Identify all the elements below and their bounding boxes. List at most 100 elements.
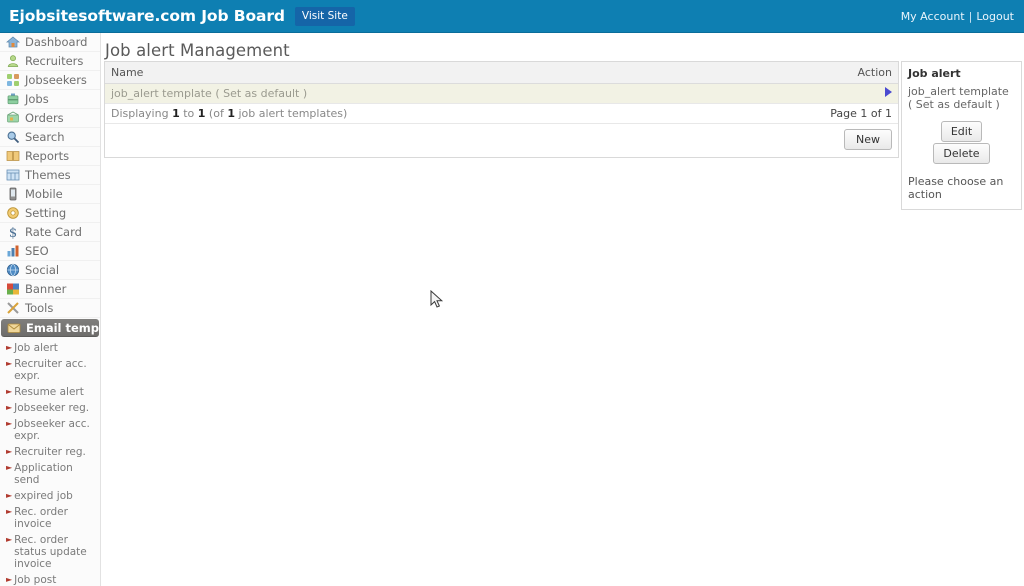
wrench-icon (6, 301, 20, 315)
sidebar-item-tools[interactable]: Tools (0, 299, 100, 318)
play-arrow-icon[interactable] (885, 87, 892, 97)
summary-mid2: (of (205, 107, 228, 120)
subnav-item-label: Jobseeker acc. expr. (14, 418, 90, 442)
subnav-item-recruiter-reg[interactable]: ► Recruiter reg. (0, 444, 100, 460)
new-button[interactable]: New (844, 129, 892, 150)
sidebar-item-orders[interactable]: Orders (0, 109, 100, 128)
subnav-item-label: Resume alert (14, 386, 84, 398)
subnav-item-application-send[interactable]: ► Application send (0, 460, 100, 488)
delete-button[interactable]: Delete (933, 143, 990, 164)
action-panel: Job alert job_alert template ( Set as de… (901, 61, 1022, 210)
subnav-item-jobseeker-reg[interactable]: ► Jobseeker reg. (0, 400, 100, 416)
bullet-icon: ► (6, 359, 13, 368)
displaying-summary: Displaying 1 to 1 (of 1 job alert templa… (105, 103, 808, 124)
action-panel-buttons: Edit Delete (908, 120, 1015, 164)
subnav-item-expired-job[interactable]: ► expired job (0, 488, 100, 504)
visit-site-button[interactable]: Visit Site (294, 6, 355, 26)
sidebar-item-label: Mobile (25, 187, 63, 201)
table-summary-row: Displaying 1 to 1 (of 1 job alert templa… (105, 103, 898, 124)
gear-icon (6, 206, 20, 220)
table-header-row: Name Action (105, 62, 898, 84)
subnav-item-job-alert[interactable]: ► Job alert (0, 340, 100, 356)
row-action-cell (808, 83, 898, 104)
sidebar-item-themes[interactable]: Themes (0, 166, 100, 185)
action-panel-description: job_alert template ( Set as default ) (908, 85, 1009, 111)
sidebar-item-rate-card[interactable]: $ Rate Card (0, 223, 100, 242)
user-icon (6, 54, 20, 68)
summary-suffix: job alert templates) (234, 107, 348, 120)
pager-label: Page 1 of 1 (808, 103, 898, 124)
subnav-item-label: Rec. order invoice (14, 506, 68, 530)
subnav-item-jobseeker-acc-expr[interactable]: ► Jobseeker acc. expr. (0, 416, 100, 444)
sidebar-item-label: Tools (25, 301, 54, 315)
top-header-bar: Ejobsitesoftware.com Job Board Visit Sit… (0, 0, 1024, 33)
sidebar-item-label: Email templates (26, 320, 100, 335)
sidebar-item-mobile[interactable]: Mobile (0, 185, 100, 204)
sidebar-item-label: Jobseekers (25, 73, 87, 87)
sidebar-item-label: Banner (25, 282, 67, 296)
page-title: Job alert Management (105, 41, 290, 60)
sidebar-item-label: Jobs (25, 92, 49, 106)
bullet-icon: ► (6, 419, 13, 428)
sidebar-item-social[interactable]: Social (0, 261, 100, 280)
sidebar-item-jobseekers[interactable]: Jobseekers (0, 71, 100, 90)
job-alert-templates-table: Name Action job_alert template ( Set as … (104, 61, 899, 158)
bullet-icon: ► (6, 387, 13, 396)
sidebar-item-label: Reports (25, 149, 70, 163)
sidebar-item-label: Social (25, 263, 60, 277)
bullet-icon: ► (6, 403, 13, 412)
bullet-icon: ► (6, 507, 13, 516)
subnav-item-label: Rec. order status update invoice (14, 534, 87, 570)
dollar-icon: $ (6, 225, 20, 241)
bullet-icon: ► (6, 343, 13, 352)
sidebar-item-seo[interactable]: SEO (0, 242, 100, 261)
magnifier-icon (6, 130, 20, 144)
logout-link[interactable]: Logout (976, 10, 1014, 23)
admin-page: Ejobsitesoftware.com Job Board Visit Sit… (0, 0, 1024, 586)
mail-icon (7, 321, 21, 335)
subnav-item-label: Recruiter reg. (14, 446, 86, 458)
sidebar-item-recruiters[interactable]: Recruiters (0, 52, 100, 71)
sidebar-item-search[interactable]: Search (0, 128, 100, 147)
subnav-item-label: expired job (14, 490, 73, 502)
template-name-link[interactable]: job_alert template ( Set as default ) (105, 83, 808, 104)
subnav-item-rec-order-invoice[interactable]: ► Rec. order invoice (0, 504, 100, 532)
sidebar-item-email-templates[interactable]: Email templates (1, 319, 100, 337)
users-group-icon (6, 73, 20, 87)
sidebar-item-dashboard[interactable]: Dashboard (0, 33, 100, 52)
summary-total: 1 (227, 107, 235, 120)
subnav-item-label: Application send (14, 462, 73, 486)
header-account-links: My Account | Logout (901, 0, 1014, 33)
bullet-icon: ► (6, 535, 13, 544)
subnav-item-job-post-invoice[interactable]: ► Job post invoice (0, 572, 100, 586)
table-row[interactable]: job_alert template ( Set as default ) (105, 83, 898, 104)
bullet-icon: ► (6, 575, 13, 584)
edit-button[interactable]: Edit (940, 121, 983, 142)
sidebar-item-label: Recruiters (25, 54, 84, 68)
my-account-link[interactable]: My Account (901, 10, 965, 23)
sidebar-item-label: Setting (25, 206, 67, 220)
sidebar-item-label: Rate Card (25, 225, 82, 239)
sidebar-item-banner[interactable]: Banner (0, 280, 100, 299)
grid-icon (6, 168, 20, 182)
sidebar-item-label: Themes (25, 168, 71, 182)
subnav-item-label: Job alert (14, 342, 58, 354)
table-button-bar: New (105, 124, 898, 157)
subnav-item-rec-order-status-update-invoice[interactable]: ► Rec. order status update invoice (0, 532, 100, 572)
bar-chart-icon (6, 244, 20, 258)
summary-from: 1 (172, 107, 180, 120)
subnav-item-resume-alert[interactable]: ► Resume alert (0, 384, 100, 400)
summary-mid: to (179, 107, 198, 120)
header-link-separator: | (968, 10, 973, 23)
globe-icon (6, 263, 20, 277)
bullet-icon: ► (6, 447, 13, 456)
subnav-item-recruiter-acc-expr[interactable]: ► Recruiter acc. expr. (0, 356, 100, 384)
sidebar-item-jobs[interactable]: Jobs (0, 90, 100, 109)
banner-icon (6, 282, 20, 296)
sidebar-item-setting[interactable]: Setting (0, 204, 100, 223)
cart-icon (6, 111, 20, 125)
svg-text:$: $ (9, 226, 17, 239)
brand-title: Ejobsitesoftware.com Job Board (9, 7, 285, 25)
mobile-phone-icon (6, 187, 20, 201)
sidebar-item-reports[interactable]: Reports (0, 147, 100, 166)
